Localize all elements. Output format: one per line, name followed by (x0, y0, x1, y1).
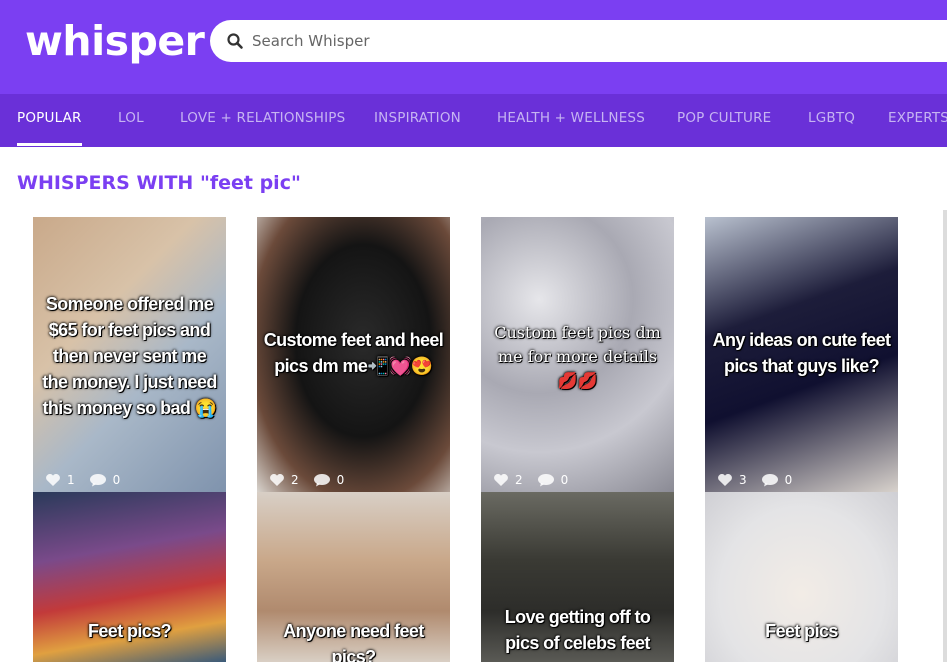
search-input[interactable] (252, 20, 912, 62)
whisper-text: Anyone need feet pics? (283, 621, 424, 662)
heart-icon[interactable] (717, 473, 733, 487)
reply-count: 0 (336, 473, 345, 487)
heart-icon[interactable] (269, 473, 285, 487)
whisper-card[interactable]: Someone offered me $65 for feet pics and… (33, 217, 226, 492)
whisper-stats: 1 0 (45, 472, 120, 488)
whisper-text: Custom feet pics dm me for more details … (494, 323, 661, 390)
reply-bubble-icon[interactable] (761, 473, 779, 487)
tab-inspiration[interactable]: INSPIRATION (374, 94, 461, 147)
search-icon (227, 33, 243, 49)
whisper-text: Custome feet and heel pics dm me📲💓😍 (263, 330, 444, 376)
whisper-stats: 2 0 (493, 472, 568, 488)
whisper-text: Someone offered me $65 for feet pics and… (42, 294, 217, 418)
whisper-card[interactable]: Feet pics (705, 492, 898, 662)
whisper-text: Love getting off to pics of celebs feet (504, 607, 651, 653)
reply-bubble-icon[interactable] (89, 473, 107, 487)
whisper-text: Feet pics? (87, 621, 172, 641)
heart-icon[interactable] (45, 473, 61, 487)
whisper-stats: 2 0 (269, 472, 344, 488)
tab-health-wellness[interactable]: HEALTH + WELLNESS (497, 94, 645, 147)
category-nav: POPULAR LOL LOVE + RELATIONSHIPS INSPIRA… (0, 94, 947, 147)
search-results-heading: WHISPERS WITH "feet pic" (17, 172, 301, 194)
heart-count: 3 (739, 473, 747, 487)
whisper-card[interactable]: Custome feet and heel pics dm me📲💓😍 2 0 (257, 217, 450, 492)
heart-count: 1 (67, 473, 75, 487)
search-box[interactable] (210, 20, 947, 62)
whisper-stats: 3 0 (717, 472, 792, 488)
reply-count: 0 (112, 473, 121, 487)
whisper-card[interactable]: Custom feet pics dm me for more details … (481, 217, 674, 492)
whisper-logo[interactable]: whisper (25, 17, 205, 65)
reply-bubble-icon[interactable] (537, 473, 555, 487)
whisper-card[interactable]: Anyone need feet pics? (257, 492, 450, 662)
reply-count: 0 (560, 473, 569, 487)
heart-icon[interactable] (493, 473, 509, 487)
tab-experts[interactable]: EXPERTS (888, 94, 947, 147)
next-card-edge (943, 210, 947, 662)
whisper-card[interactable]: Any ideas on cute feet pics that guys li… (705, 217, 898, 492)
tab-popular[interactable]: POPULAR (17, 94, 82, 147)
whisper-card[interactable]: Love getting off to pics of celebs feet (481, 492, 674, 662)
reply-bubble-icon[interactable] (313, 473, 331, 487)
tab-lgbtq[interactable]: LGBTQ (808, 94, 855, 147)
whisper-card[interactable]: Feet pics? (33, 492, 226, 662)
tab-love-relationships[interactable]: LOVE + RELATIONSHIPS (180, 94, 345, 147)
whisper-text: Feet pics (765, 621, 838, 641)
tab-pop-culture[interactable]: POP CULTURE (677, 94, 771, 147)
heart-count: 2 (515, 473, 523, 487)
heart-count: 2 (291, 473, 299, 487)
whisper-text: Any ideas on cute feet pics that guys li… (712, 330, 891, 376)
tab-lol[interactable]: LOL (118, 94, 144, 147)
reply-count: 0 (784, 473, 793, 487)
top-bar: whisper (0, 0, 947, 94)
